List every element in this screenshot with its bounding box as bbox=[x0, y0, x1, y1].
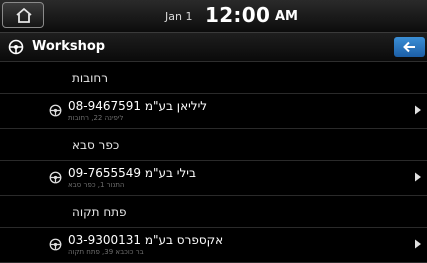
group-header: כפר סבא bbox=[0, 129, 427, 161]
steering-wheel-icon bbox=[49, 238, 62, 251]
list-item[interactable]: 03-9300131 אקספרס בע"מ בר כוכבא 39, פתח … bbox=[0, 228, 427, 263]
back-button[interactable] bbox=[394, 37, 425, 57]
page-title: Workshop bbox=[32, 39, 106, 54]
workshop-name: 08-9467591 ליליאן בע"מ bbox=[68, 99, 208, 113]
chevron-right-icon[interactable] bbox=[414, 172, 422, 182]
group-header: רחובות bbox=[0, 62, 427, 94]
group-header: פתח תקוה bbox=[0, 196, 427, 228]
workshop-list[interactable]: רחובות 08-9467591 ליליאן בע"מ ליפינה 22,… bbox=[0, 62, 427, 263]
city-label: רחובות bbox=[72, 71, 108, 85]
chevron-right-icon[interactable] bbox=[414, 239, 422, 249]
steering-wheel-icon bbox=[49, 104, 62, 117]
list-item[interactable]: 09-7655549 בילי בע"מ התנור 1, כפר סבא bbox=[0, 161, 427, 196]
status-bar: Jan 1 12:00 AM bbox=[0, 0, 427, 33]
workshop-name: 03-9300131 אקספרס בע"מ bbox=[68, 233, 224, 247]
title-bar: Workshop bbox=[0, 33, 427, 62]
steering-wheel-icon bbox=[49, 171, 62, 184]
workshop-name: 09-7655549 בילי בע"מ bbox=[68, 166, 196, 180]
home-button[interactable] bbox=[2, 2, 44, 28]
back-arrow-icon bbox=[403, 41, 415, 53]
workshop-address: התנור 1, כפר סבא bbox=[68, 181, 125, 189]
chevron-right-icon[interactable] bbox=[414, 105, 422, 115]
clock-time: 12:00 bbox=[205, 3, 271, 27]
steering-wheel-icon bbox=[8, 39, 24, 55]
workshop-address: ליפינה 22, רחובות bbox=[68, 114, 124, 122]
clock-ampm: AM bbox=[275, 9, 298, 24]
workshop-address: בר כוכבא 39, פתח תקוה bbox=[68, 248, 144, 256]
date-display: Jan 1 bbox=[165, 10, 193, 23]
city-label: כפר סבא bbox=[72, 138, 120, 152]
home-icon bbox=[16, 7, 32, 23]
list-item[interactable]: 08-9467591 ליליאן בע"מ ליפינה 22, רחובות bbox=[0, 94, 427, 129]
city-label: פתח תקוה bbox=[72, 205, 127, 219]
